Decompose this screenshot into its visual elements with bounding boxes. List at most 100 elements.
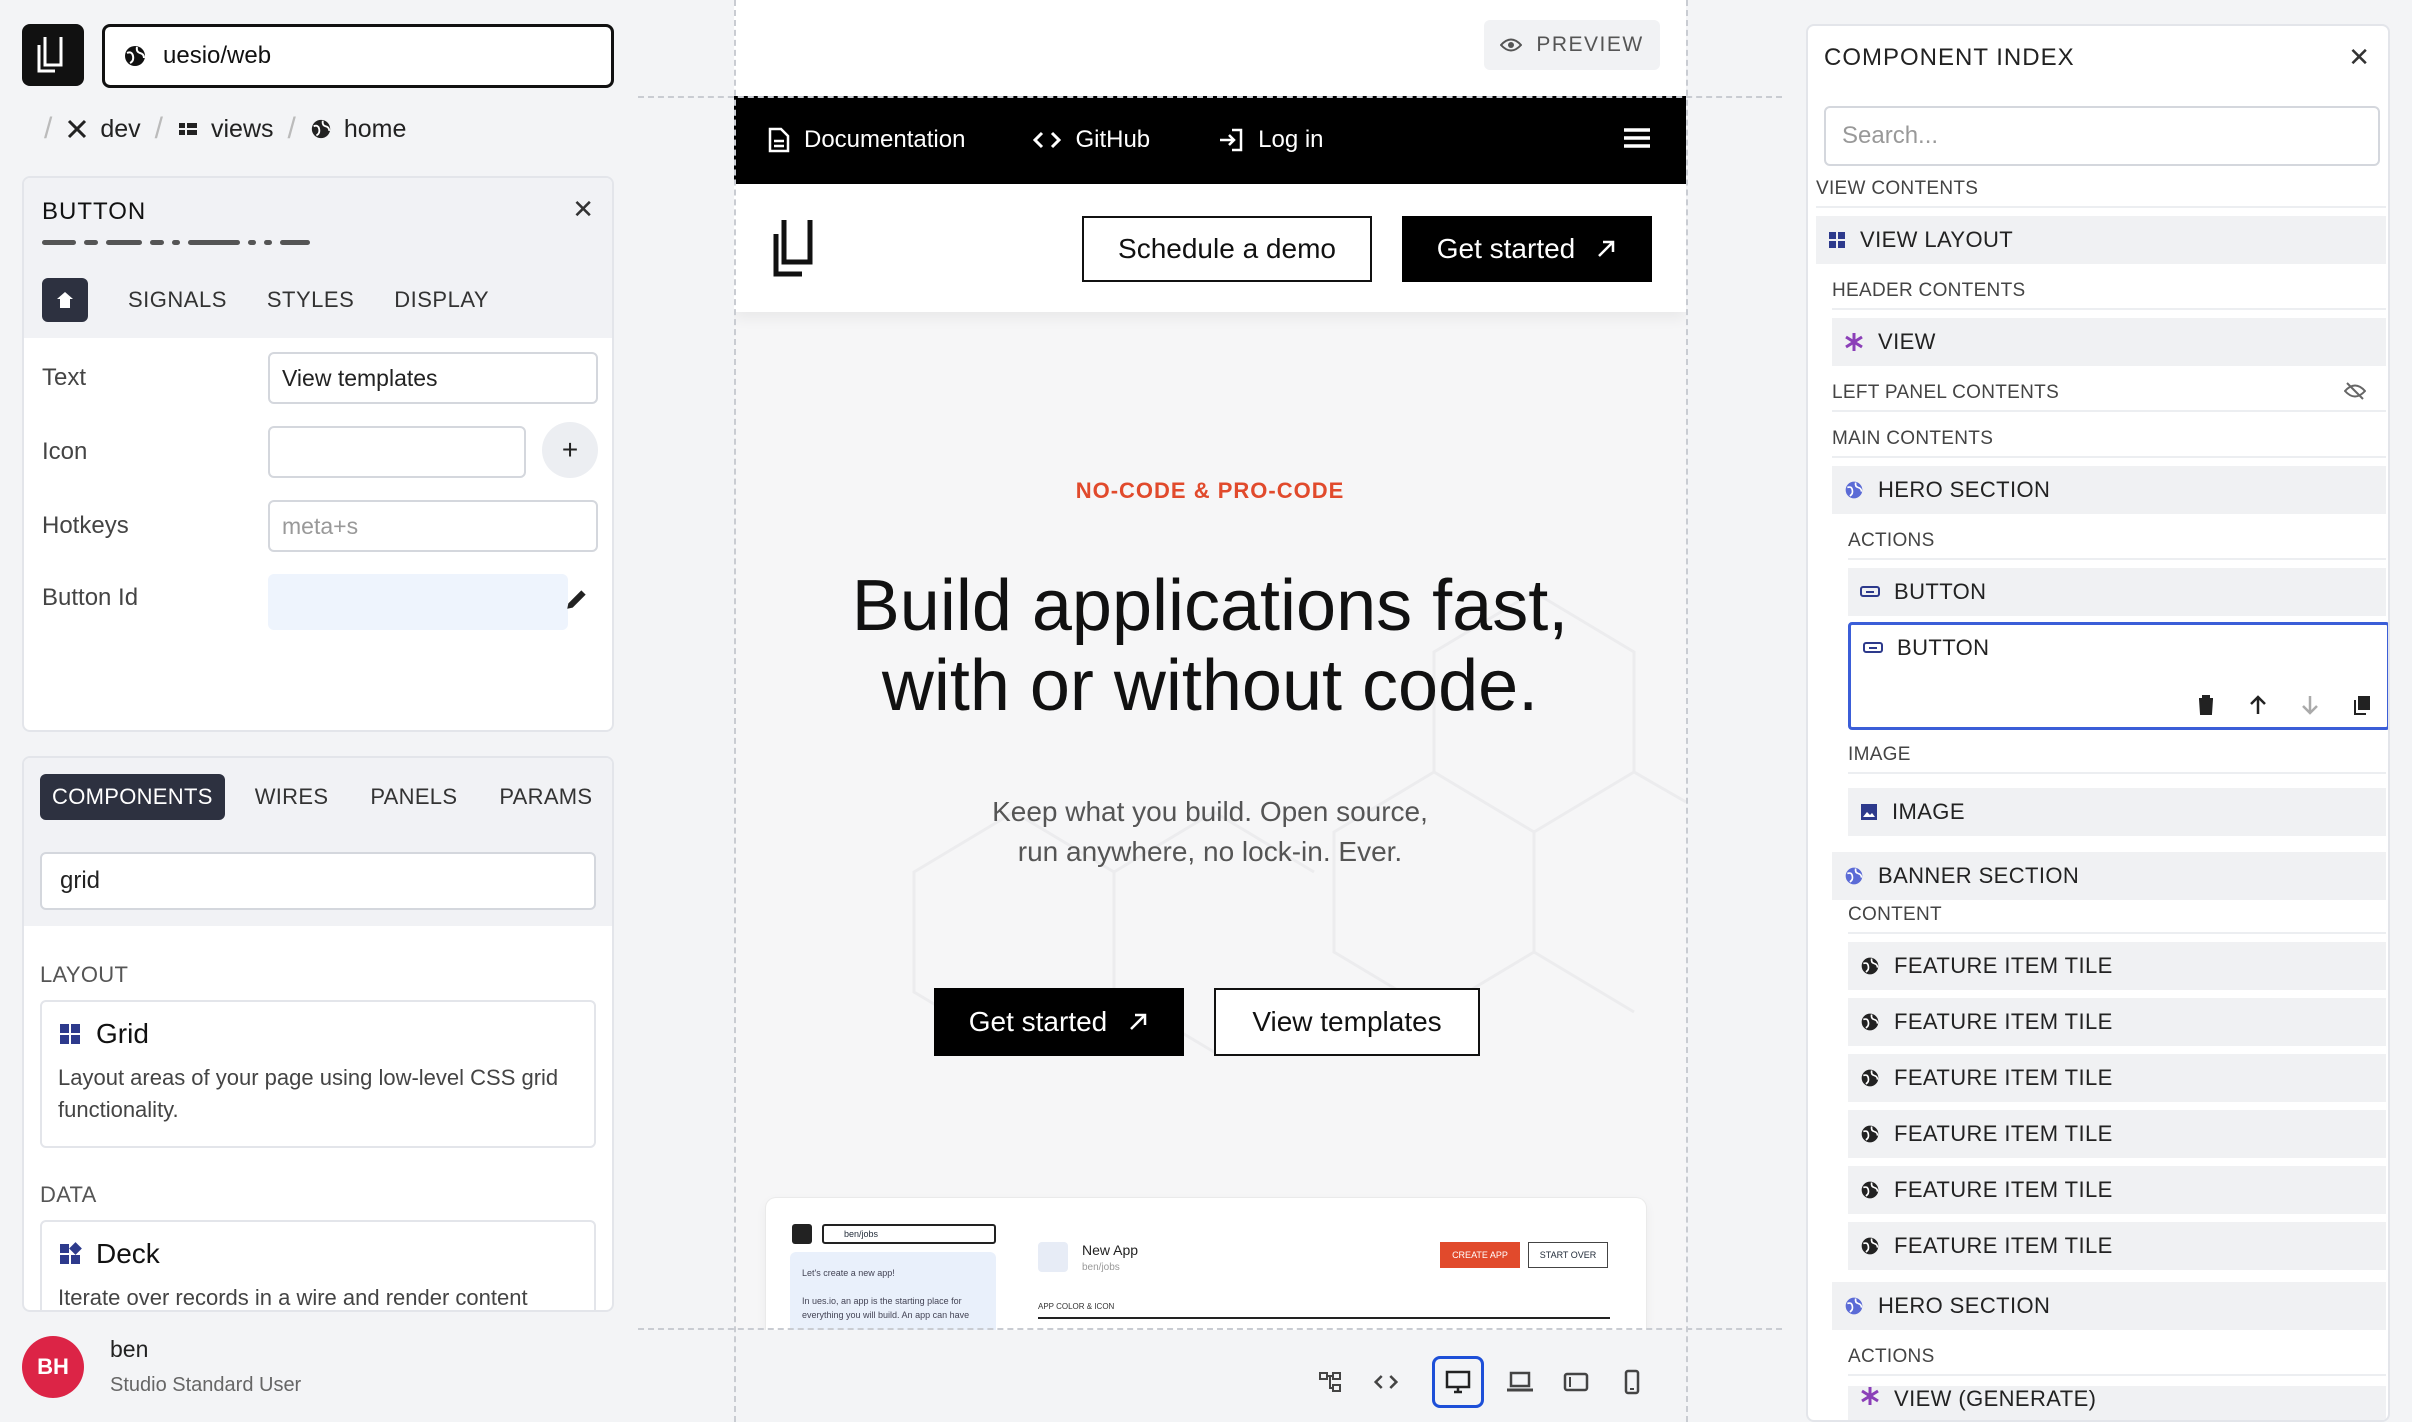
slot-left-panel-label: LEFT PANEL CONTENTS	[1832, 382, 2060, 403]
tab-signals[interactable]: SIGNALS	[128, 287, 227, 313]
tab-wires[interactable]: WIRES	[243, 774, 341, 820]
crumb-view[interactable]: home	[344, 115, 407, 144]
globe-icon	[1845, 867, 1863, 885]
component-deck[interactable]: Deck Iterate over records in a wire and …	[40, 1220, 596, 1310]
schedule-demo-button[interactable]: Schedule a demo	[1082, 216, 1372, 282]
index-feature-tile[interactable]: FEATURE ITEM TILE	[1848, 998, 2386, 1046]
index-feature-tile-label: FEATURE ITEM TILE	[1894, 953, 2113, 978]
slot-header-contents: HEADER CONTENTS	[1832, 280, 2386, 310]
brand-logo-icon[interactable]	[768, 218, 820, 278]
add-icon-button[interactable]: +	[542, 422, 598, 478]
uesio-logo[interactable]	[22, 24, 84, 86]
close-icon[interactable]: ✕	[572, 194, 594, 225]
component-grid-desc: Layout areas of your page using low-leve…	[58, 1065, 559, 1122]
globe-icon	[1861, 1237, 1879, 1255]
slot-actions: ACTIONS	[1848, 530, 2386, 560]
index-view-label: VIEW	[1878, 329, 1936, 354]
component-grid[interactable]: Grid Layout areas of your page using low…	[40, 1000, 596, 1148]
hotkeys-input[interactable]: meta+s	[268, 500, 598, 552]
mobile-view-icon[interactable]	[1606, 1356, 1658, 1408]
tablet-view-icon[interactable]	[1550, 1356, 1602, 1408]
index-view-layout[interactable]: VIEW LAYOUT	[1816, 216, 2386, 264]
move-down-icon[interactable]	[2301, 695, 2319, 715]
layout-icon	[1829, 232, 1845, 248]
desktop-view-icon[interactable]	[1432, 1356, 1484, 1408]
index-partial-row[interactable]: VIEW (GENERATE)	[1848, 1386, 2386, 1420]
eye-off-icon[interactable]	[2344, 382, 2366, 400]
tab-params[interactable]: PARAMS	[487, 774, 604, 820]
icon-input[interactable]	[268, 426, 526, 478]
index-button[interactable]: BUTTON	[1848, 568, 2386, 616]
section-layout-label: LAYOUT	[40, 962, 129, 987]
hero-get-started-button[interactable]: Get started	[934, 988, 1184, 1056]
mock-hint-3: everything you will build. An app can ha…	[802, 1310, 970, 1320]
user-profile[interactable]: BH ben Studio Standard User	[22, 1336, 301, 1398]
crumb-workspace[interactable]: dev	[100, 115, 140, 144]
index-button-selected-label: BUTTON	[1897, 635, 1990, 660]
crumb-section[interactable]: views	[211, 115, 274, 144]
hotkeys-label: Hotkeys	[42, 512, 129, 539]
properties-title: BUTTON	[42, 198, 147, 225]
index-view[interactable]: VIEW	[1832, 318, 2386, 366]
globe-icon	[1845, 481, 1863, 499]
breadcrumb: / dev / views / home	[44, 112, 407, 145]
index-feature-tile[interactable]: FEATURE ITEM TILE	[1848, 1054, 2386, 1102]
deck-icon	[60, 1242, 82, 1264]
close-icon[interactable]: ✕	[2348, 42, 2370, 73]
globe-icon	[1861, 1181, 1879, 1199]
globe-icon	[1845, 1297, 1863, 1315]
move-up-icon[interactable]	[2249, 695, 2267, 715]
arrow-up-right-icon	[1598, 240, 1615, 257]
code-view-icon[interactable]	[1360, 1356, 1412, 1408]
index-hero-section[interactable]: HERO SECTION	[1832, 466, 2386, 514]
index-feature-tile-label: FEATURE ITEM TILE	[1894, 1065, 2113, 1090]
tab-display[interactable]: DISPLAY	[394, 287, 489, 313]
text-label: Text	[42, 364, 87, 391]
index-button-selected[interactable]: BUTTON	[1848, 622, 2388, 730]
index-banner-section[interactable]: BANNER SECTION	[1832, 852, 2386, 900]
index-feature-tile[interactable]: FEATURE ITEM TILE	[1848, 1166, 2386, 1214]
app-selector[interactable]: uesio/web	[102, 24, 614, 88]
slot-content: CONTENT	[1848, 904, 2386, 934]
globe-icon	[1861, 1013, 1879, 1031]
component-deck-desc: Iterate over records in a wire and rende…	[58, 1285, 528, 1310]
tab-components[interactable]: COMPONENTS	[40, 774, 225, 820]
preview-button[interactable]: PREVIEW	[1484, 20, 1660, 70]
index-feature-tile[interactable]: FEATURE ITEM TILE	[1848, 1222, 2386, 1270]
image-icon	[1861, 804, 1877, 820]
index-hero-section-2[interactable]: HERO SECTION	[1832, 1282, 2386, 1330]
index-search-input[interactable]: Search...	[1824, 106, 2380, 166]
tab-panels[interactable]: PANELS	[358, 774, 469, 820]
view-templates-button[interactable]: View templates	[1214, 988, 1480, 1056]
globe-icon	[1861, 1125, 1879, 1143]
pencil-icon[interactable]	[564, 586, 590, 617]
index-feature-tile[interactable]: FEATURE ITEM TILE	[1848, 942, 2386, 990]
nav-documentation[interactable]: Documentation	[768, 126, 965, 154]
mock-create-button: CREATE APP	[1440, 1242, 1520, 1268]
delete-icon[interactable]	[2197, 695, 2215, 715]
index-feature-tile[interactable]: FEATURE ITEM TILE	[1848, 1110, 2386, 1158]
hero-subtitle: Keep what you build. Open source, run an…	[734, 792, 1686, 872]
structure-view-icon[interactable]	[1304, 1356, 1356, 1408]
tab-styles[interactable]: STYLES	[267, 287, 354, 313]
nav-github-label: GitHub	[1075, 126, 1151, 153]
duplicate-icon[interactable]	[2353, 695, 2371, 715]
mock-hint-1: Let's create a new app!	[802, 1268, 895, 1278]
nav-github[interactable]: GitHub	[1033, 126, 1150, 154]
mock-sidebar: Let's create a new app! In ues.io, an ap…	[790, 1252, 996, 1330]
menu-icon[interactable]	[1622, 126, 1652, 150]
component-search-input[interactable]: grid	[40, 852, 596, 910]
icon-label: Icon	[42, 438, 88, 465]
button-id-input[interactable]	[268, 574, 568, 630]
mock-field-label: APP COLOR & ICON	[1038, 1302, 1610, 1319]
index-button-label: BUTTON	[1894, 579, 1987, 604]
mock-logo-icon	[792, 1224, 812, 1244]
left-panel: uesio/web / dev / views / home BUTTON ✕ …	[0, 0, 638, 1422]
text-input[interactable]: View templates	[268, 352, 598, 404]
index-image[interactable]: IMAGE	[1848, 788, 2386, 836]
tab-home[interactable]	[42, 278, 88, 322]
laptop-view-icon[interactable]	[1494, 1356, 1546, 1408]
nav-login[interactable]: Log in	[1218, 126, 1324, 154]
hero-get-started-label: Get started	[968, 1006, 1108, 1037]
header-get-started-button[interactable]: Get started	[1402, 216, 1652, 282]
